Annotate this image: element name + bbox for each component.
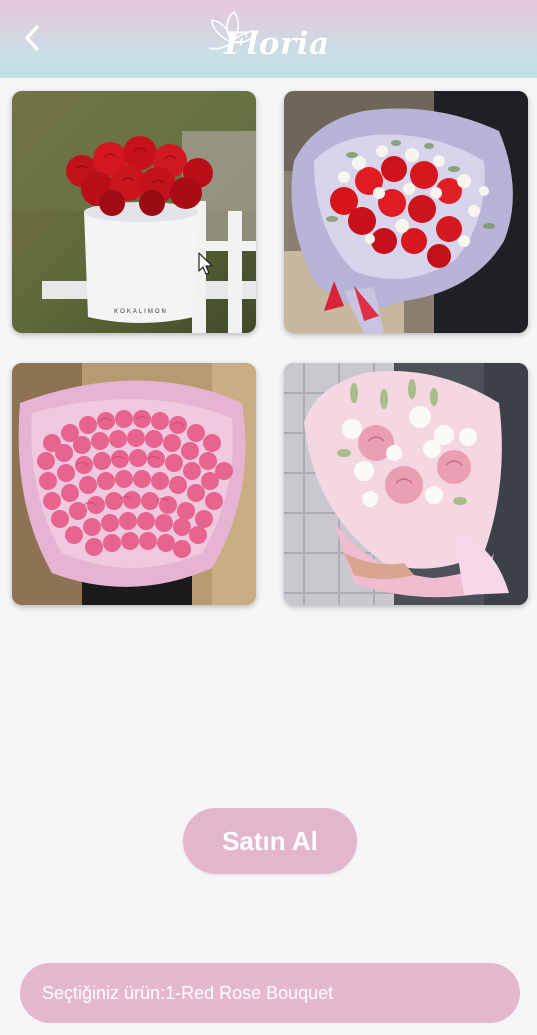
mouse-pointer-icon (198, 252, 213, 275)
product-card-1[interactable]: KOKALIMON (12, 91, 256, 333)
svg-text:KOKALIMON: KOKALIMON (114, 309, 168, 315)
product-grid: KOKALIMON (12, 91, 528, 606)
chevron-left-icon (25, 25, 39, 51)
selected-product-toast: Seçtiğiniz ürün:1-Red Rose Bouquet (20, 963, 520, 1023)
back-button[interactable] (14, 20, 50, 56)
product-card-2[interactable] (284, 91, 528, 333)
logo-text: Floria (224, 26, 330, 62)
product-card-4[interactable] (284, 363, 528, 605)
red-roses-box-image: KOKALIMON (12, 91, 256, 333)
product-card-3[interactable] (12, 363, 256, 605)
app-logo: Floria (200, 8, 340, 70)
app-header: Floria (0, 0, 537, 78)
buy-button[interactable]: Satın Al (183, 808, 357, 874)
pink-roses-bouquet-image (12, 363, 256, 605)
pink-rose-lisianthus-bouquet-image (284, 363, 528, 605)
red-white-bouquet-image (284, 91, 528, 333)
